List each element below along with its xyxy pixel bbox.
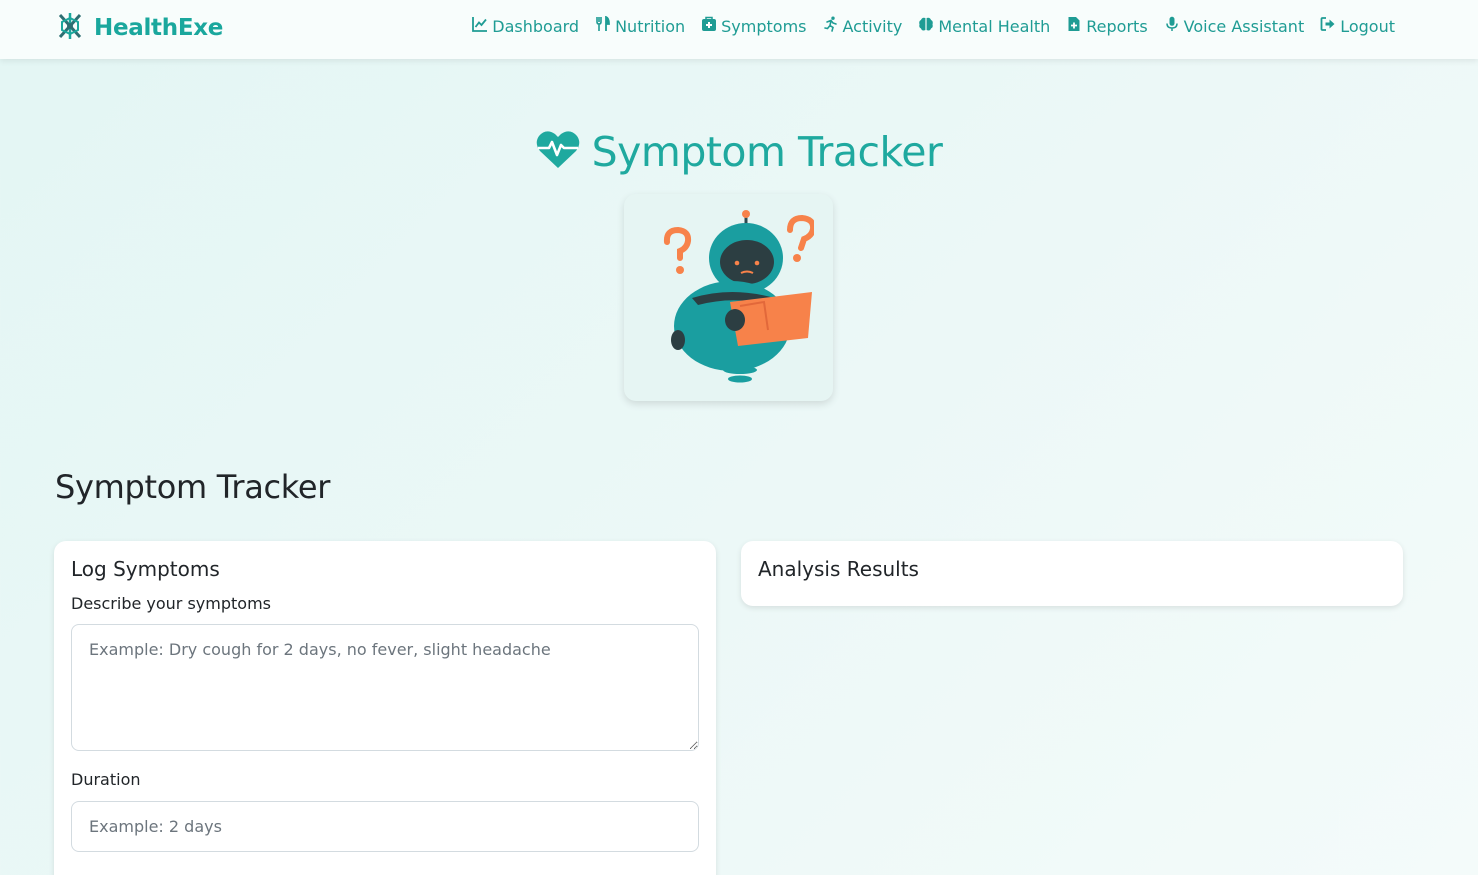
brand[interactable]: HealthExe xyxy=(56,12,223,44)
nav-item-label: Dashboard xyxy=(492,16,580,36)
utensils-icon xyxy=(595,15,611,36)
nav-item-label: Mental Health xyxy=(938,16,1051,36)
nav-item-label: Voice Assistant xyxy=(1183,16,1305,36)
medical-kit-icon xyxy=(701,16,717,36)
nav-item-voice-assistant[interactable]: Voice Assistant xyxy=(1164,16,1305,36)
nav-item-reports[interactable]: Reports xyxy=(1066,16,1148,36)
nav-item-label: Reports xyxy=(1086,16,1148,36)
nav-item-logout[interactable]: Logout xyxy=(1320,16,1395,36)
card-title: Analysis Results xyxy=(758,557,919,581)
analysis-results-card: Analysis Results xyxy=(741,541,1403,606)
logout-icon xyxy=(1320,16,1336,36)
top-navbar: HealthExe Dashboard Nutrition Symptoms A… xyxy=(0,0,1478,59)
log-symptoms-card: Log Symptoms Describe your symptoms Dura… xyxy=(54,541,716,875)
nav-item-dashboard[interactable]: Dashboard xyxy=(472,16,579,36)
running-icon xyxy=(823,16,839,36)
nav-item-nutrition[interactable]: Nutrition xyxy=(595,15,686,36)
nav-item-label: Logout xyxy=(1340,16,1395,36)
nav-item-symptoms[interactable]: Symptoms xyxy=(701,16,807,36)
page-title: Symptom Tracker xyxy=(591,128,943,176)
nav-links: Dashboard Nutrition Symptoms Activity Me… xyxy=(472,15,1395,36)
duration-label: Duration xyxy=(71,770,141,789)
card-title: Log Symptoms xyxy=(71,557,220,581)
heart-pulse-icon xyxy=(536,130,580,174)
nav-item-label: Symptoms xyxy=(721,16,807,36)
microphone-icon xyxy=(1164,16,1180,36)
file-medical-icon xyxy=(1066,16,1082,36)
confused-robot-reading-illustration xyxy=(644,206,816,390)
brain-icon xyxy=(918,16,934,36)
section-title: Symptom Tracker xyxy=(55,468,331,506)
duration-input[interactable] xyxy=(71,801,699,852)
robot-illustration-card xyxy=(624,194,833,401)
chart-line-icon xyxy=(472,16,488,36)
nav-item-label: Nutrition xyxy=(615,16,686,36)
symptoms-label: Describe your symptoms xyxy=(71,594,271,613)
symptoms-textarea[interactable] xyxy=(71,624,699,751)
brand-name: HealthExe xyxy=(94,15,224,41)
nav-item-activity[interactable]: Activity xyxy=(823,16,903,36)
hero-heading: Symptom Tracker xyxy=(0,128,1478,176)
nav-item-label: Activity xyxy=(842,16,903,36)
brand-logo-icon xyxy=(56,11,84,45)
nav-item-mental-health[interactable]: Mental Health xyxy=(918,16,1050,36)
